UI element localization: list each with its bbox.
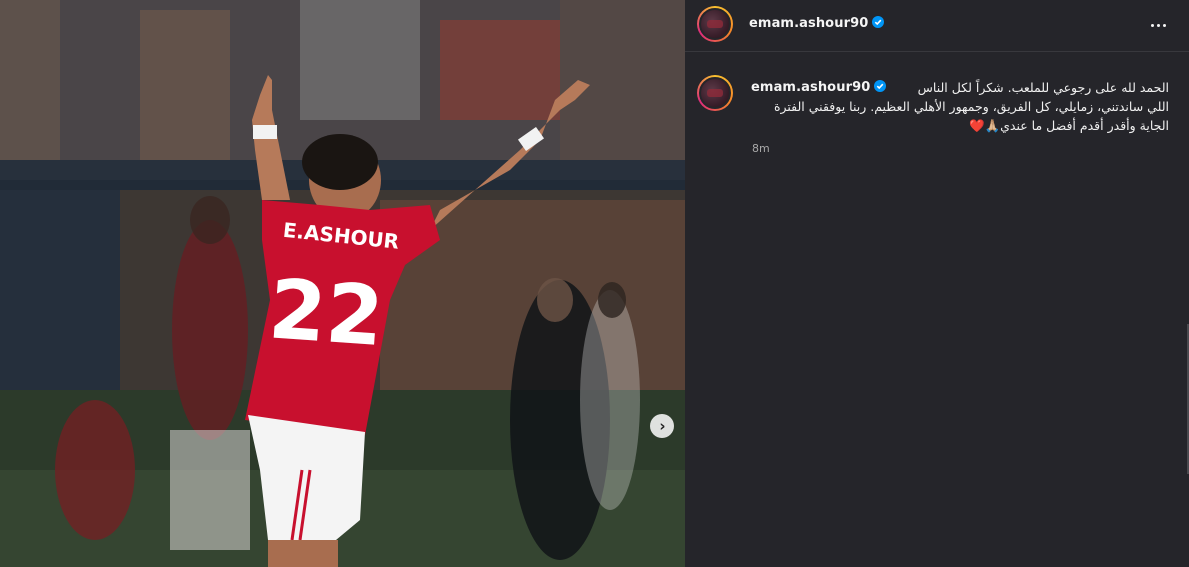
post-side-panel: emam.ashour90 emam.ashour90 الحمد لله عل…: [685, 0, 1189, 567]
post-header: emam.ashour90: [685, 0, 1189, 52]
caption-username[interactable]: emam.ashour90: [751, 78, 887, 97]
verified-badge-icon: [872, 16, 885, 28]
next-slide-button[interactable]: ›: [650, 414, 674, 438]
jersey-number: 22: [266, 262, 386, 365]
post-timestamp[interactable]: 8m: [752, 142, 770, 155]
caption: emam.ashour90 الحمد لله على رجوعي للملعب…: [751, 78, 1169, 135]
chevron-right-icon: ›: [659, 416, 666, 435]
caption-username-text[interactable]: emam.ashour90: [751, 80, 870, 95]
avatar[interactable]: [697, 6, 733, 42]
username-text[interactable]: emam.ashour90: [749, 16, 868, 31]
post-photo: E.ASHOUR 22: [0, 0, 685, 567]
verified-badge-icon: [874, 80, 887, 92]
more-options-icon[interactable]: [1147, 14, 1169, 36]
comment-avatar[interactable]: [697, 75, 733, 111]
header-username[interactable]: emam.ashour90: [749, 16, 885, 31]
post-media[interactable]: E.ASHOUR 22 ›: [0, 0, 685, 567]
